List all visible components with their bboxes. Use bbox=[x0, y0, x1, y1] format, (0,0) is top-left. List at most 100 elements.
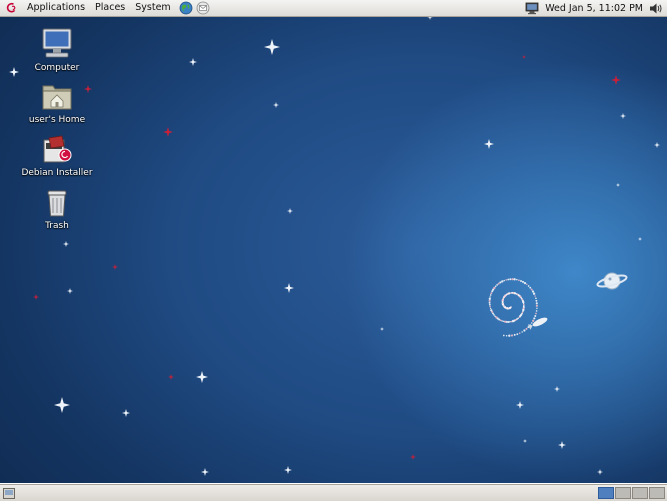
wallpaper-star bbox=[54, 397, 70, 413]
web-browser-icon[interactable] bbox=[179, 1, 193, 15]
workspace-switcher bbox=[597, 487, 665, 499]
desktop-icon-debian-installer[interactable]: Debian Installer bbox=[17, 134, 97, 179]
swirl-sparkle bbox=[494, 315, 496, 317]
swirl-sparkle bbox=[535, 310, 538, 312]
swirl-sparkle bbox=[496, 284, 498, 286]
wallpaper-star bbox=[654, 142, 660, 148]
top-panel: Applications Places System Wed Jan 5, 11… bbox=[0, 0, 667, 17]
swirl-sparkle bbox=[527, 285, 530, 287]
volume-icon[interactable] bbox=[649, 2, 663, 15]
swirl-sparkle bbox=[530, 288, 533, 291]
wallpaper-star bbox=[611, 75, 621, 85]
swirl-sparkle bbox=[526, 283, 528, 286]
swirl-sparkle bbox=[504, 320, 507, 323]
swirl-sparkle bbox=[508, 334, 511, 337]
system-menu[interactable]: System bbox=[130, 0, 175, 16]
swirl-sparkle bbox=[523, 329, 526, 332]
swirl-sparkle bbox=[505, 279, 508, 281]
wallpaper-star bbox=[597, 469, 603, 475]
trash-icon bbox=[47, 190, 67, 217]
workspace-1[interactable] bbox=[598, 487, 614, 499]
home-folder-icon bbox=[42, 85, 72, 110]
places-menu[interactable]: Places bbox=[90, 0, 130, 16]
wallpaper-star bbox=[558, 441, 566, 449]
swirl-sparkle bbox=[535, 299, 538, 302]
wallpaper-star bbox=[516, 401, 524, 409]
swirl-sparkle bbox=[516, 278, 518, 281]
swirl-sparkle bbox=[489, 307, 492, 310]
swirl-sparkle bbox=[510, 334, 514, 337]
swirl-sparkle bbox=[488, 303, 491, 306]
desktop-icon-trash[interactable]: Trash bbox=[17, 187, 97, 232]
swirl-sparkle bbox=[536, 307, 538, 310]
wallpaper-star bbox=[380, 327, 384, 331]
swirl-sparkle bbox=[497, 282, 500, 285]
swirl-sparkle bbox=[518, 279, 520, 282]
swirl-sparkle bbox=[489, 305, 491, 308]
swirl-sparkle bbox=[535, 302, 538, 305]
swirl-sparkle bbox=[493, 314, 495, 316]
computer-icon bbox=[42, 28, 72, 58]
wallpaper-star bbox=[168, 374, 174, 380]
wallpaper-star bbox=[112, 264, 118, 270]
wallpaper-decoration bbox=[9, 17, 660, 476]
desktop-icon-computer[interactable]: Computer bbox=[17, 27, 97, 74]
swirl-sparkle bbox=[520, 280, 522, 282]
swirl-sparkle bbox=[511, 320, 515, 323]
wallpaper-star bbox=[484, 139, 494, 149]
swirl-sparkle bbox=[489, 296, 491, 298]
swirl-sparkle bbox=[490, 292, 493, 295]
wallpaper-star bbox=[620, 113, 626, 119]
swirl-sparkle bbox=[531, 290, 535, 293]
workspace-4[interactable] bbox=[649, 487, 665, 499]
wallpaper-star bbox=[410, 454, 416, 460]
swirl-sparkle bbox=[493, 286, 496, 290]
swirl-sparkle bbox=[532, 319, 535, 322]
email-client-icon[interactable] bbox=[196, 1, 210, 15]
swirl-sparkle bbox=[510, 320, 513, 323]
desktop-icon-label: user's Home bbox=[28, 115, 86, 125]
workspace-2[interactable] bbox=[615, 487, 631, 499]
swirl-sparkle bbox=[521, 280, 525, 283]
show-desktop-icon[interactable] bbox=[3, 487, 15, 499]
swirl-sparkle bbox=[509, 278, 512, 281]
swirl-sparkle bbox=[494, 285, 497, 288]
wallpaper-star bbox=[189, 58, 197, 66]
planet-icon bbox=[596, 272, 628, 290]
wallpaper-star bbox=[163, 127, 173, 137]
swirl-sparkle bbox=[525, 327, 528, 330]
applications-menu[interactable]: Applications bbox=[22, 0, 90, 16]
swirl-sparkle bbox=[501, 280, 504, 283]
swirl-sparkle bbox=[489, 294, 492, 296]
swirl-sparkle bbox=[488, 299, 491, 302]
wallpaper-star bbox=[427, 17, 433, 20]
wallpaper-star bbox=[63, 241, 69, 247]
swirl-sparkle bbox=[490, 309, 493, 312]
wallpaper-star bbox=[196, 371, 208, 383]
desktop[interactable]: Computer user's Home Debian Installer Tr… bbox=[0, 17, 667, 483]
wallpaper-star bbox=[33, 294, 39, 300]
wallpaper-star bbox=[284, 283, 294, 293]
system-tray: Wed Jan 5, 11:02 PM bbox=[521, 0, 667, 16]
installer-icon bbox=[43, 135, 72, 163]
wallpaper-star bbox=[67, 288, 73, 294]
workspace-3[interactable] bbox=[632, 487, 648, 499]
rocket-icon bbox=[527, 317, 548, 330]
swirl-sparkle bbox=[529, 286, 532, 289]
debian-swirl-icon[interactable] bbox=[6, 2, 18, 14]
wallpaper-star bbox=[616, 183, 620, 187]
wallpaper-star bbox=[284, 466, 292, 474]
swirl-sparkle bbox=[534, 295, 536, 297]
desktop-icon-home[interactable]: user's Home bbox=[17, 81, 97, 126]
swirl-sparkle bbox=[502, 334, 505, 337]
swirl-sparkle bbox=[499, 281, 502, 284]
clock[interactable]: Wed Jan 5, 11:02 PM bbox=[543, 3, 645, 14]
swirl-sparkle bbox=[523, 281, 527, 285]
network-monitor-icon[interactable] bbox=[525, 2, 539, 15]
swirl-sparkle bbox=[521, 331, 523, 333]
swirl-sparkle bbox=[505, 334, 508, 337]
swirl-sparkle bbox=[513, 333, 516, 336]
swirl-sparkle bbox=[535, 312, 537, 315]
swirl-sparkle bbox=[502, 320, 505, 323]
main-menu-bar: Applications Places System bbox=[0, 0, 210, 16]
